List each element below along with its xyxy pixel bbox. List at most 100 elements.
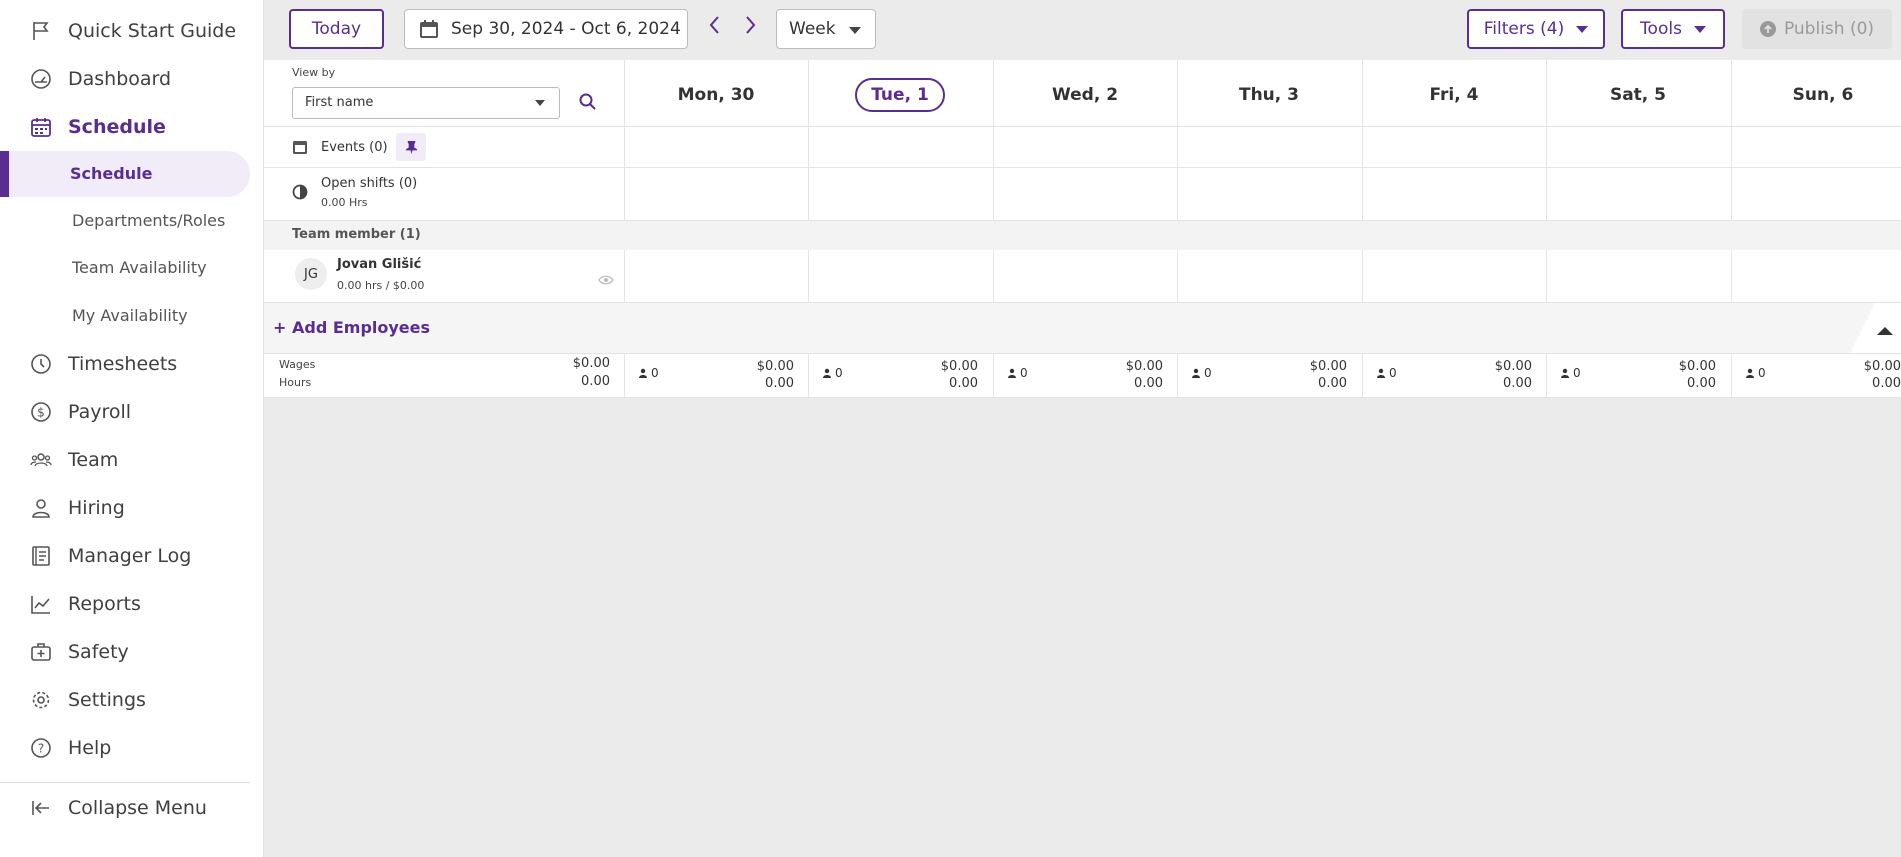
- next-week-button[interactable]: [741, 14, 759, 36]
- view-by-select[interactable]: First name: [292, 87, 560, 119]
- col-divider: [993, 250, 994, 302]
- col-divider: [808, 250, 809, 302]
- day-label: Sun, 6: [1792, 85, 1854, 105]
- nav-label: Schedule: [68, 116, 166, 138]
- day-label: Sat, 5: [1609, 85, 1667, 105]
- day-label: Thu, 3: [1238, 85, 1299, 105]
- sidebar-divider: [0, 782, 250, 783]
- day-wages: $0.00: [756, 359, 794, 374]
- day-header-wed[interactable]: Wed, 2: [993, 78, 1177, 112]
- day-header-sat[interactable]: Sat, 5: [1546, 78, 1730, 112]
- day-header-thu[interactable]: Thu, 3: [1177, 78, 1361, 112]
- nav-item-team[interactable]: Team: [0, 438, 264, 482]
- subnav-item-departments-roles[interactable]: Departments/Roles: [0, 198, 250, 244]
- publish-label: Publish (0): [1783, 19, 1875, 39]
- day-totals-sun: 0 $0.00 0.00: [1731, 356, 1901, 396]
- nav-label: Dashboard: [68, 68, 172, 90]
- subnav-label: Departments/Roles: [72, 211, 226, 230]
- nav-item-safety[interactable]: Safety: [0, 630, 264, 674]
- employee-name[interactable]: Jovan Glišić: [337, 257, 421, 272]
- filters-button[interactable]: Filters (4): [1467, 9, 1605, 49]
- nav-label: Team: [68, 449, 119, 471]
- flag-icon: [30, 20, 52, 42]
- person-icon: [1377, 368, 1385, 378]
- collapse-icon: [30, 797, 52, 819]
- day-totals-thu: 0 $0.00 0.00: [1177, 356, 1361, 396]
- day-totals-fri: 0 $0.00 0.00: [1362, 356, 1546, 396]
- dollar-icon: $: [30, 401, 52, 423]
- day-header-fri[interactable]: Fri, 4: [1362, 78, 1546, 112]
- day-hours: 0.00: [1134, 376, 1163, 391]
- person-icon: [1561, 368, 1569, 378]
- subnav-item-schedule[interactable]: Schedule: [0, 151, 250, 197]
- subnav-item-team-availability[interactable]: Team Availability: [0, 245, 250, 291]
- chart-icon: [30, 593, 52, 615]
- view-select-value: Week: [789, 19, 836, 39]
- date-range-picker[interactable]: Sep 30, 2024 - Oct 6, 2024: [404, 9, 688, 49]
- subnav-label: Schedule: [70, 164, 153, 183]
- tools-button[interactable]: Tools: [1621, 9, 1725, 49]
- wages-label: Wages: [279, 358, 316, 371]
- log-icon: [30, 545, 52, 567]
- pin-icon: [405, 140, 417, 154]
- person-count: 0: [638, 366, 659, 380]
- publish-button[interactable]: Publish (0): [1742, 9, 1892, 49]
- dashboard-icon: [30, 68, 52, 90]
- subnav-label: My Availability: [72, 306, 188, 325]
- day-wages: $0.00: [1863, 359, 1901, 374]
- day-wages: $0.00: [940, 359, 978, 374]
- total-hours: 0.00: [581, 374, 610, 389]
- nav-item-manager-log[interactable]: Manager Log: [0, 534, 264, 578]
- eye-icon[interactable]: [598, 270, 614, 285]
- nav-item-payroll[interactable]: $ Payroll: [0, 390, 264, 434]
- person-count: 0: [1191, 366, 1212, 380]
- nav-item-quick-start-guide[interactable]: Quick Start Guide: [0, 9, 264, 53]
- avatar: JG: [295, 258, 327, 290]
- row-divider: [264, 167, 1901, 168]
- collapse-menu-button[interactable]: Collapse Menu: [0, 786, 264, 830]
- day-wages: $0.00: [1494, 359, 1532, 374]
- nav-item-dashboard[interactable]: Dashboard: [0, 57, 264, 101]
- open-shifts-hours: 0.00 Hrs: [321, 196, 368, 209]
- nav-item-reports[interactable]: Reports: [0, 582, 264, 626]
- nav-item-settings[interactable]: Settings: [0, 678, 264, 722]
- add-employees-button[interactable]: + Add Employees: [273, 318, 430, 337]
- date-range-text: Sep 30, 2024 - Oct 6, 2024: [451, 19, 681, 39]
- col-divider: [1177, 250, 1178, 302]
- svg-text:$: $: [37, 406, 45, 420]
- day-totals-mon: 0 $0.00 0.00: [624, 356, 808, 396]
- calendar-icon: [292, 139, 308, 155]
- nav-label: Safety: [68, 641, 129, 663]
- tools-label: Tools: [1640, 19, 1682, 39]
- open-shifts-label[interactable]: Open shifts (0): [321, 176, 417, 191]
- add-event-button[interactable]: [396, 133, 426, 161]
- sidebar: Quick Start Guide Dashboard Schedule Sch…: [0, 0, 264, 857]
- day-hours: 0.00: [1503, 376, 1532, 391]
- gear-icon: [30, 689, 52, 711]
- chevron-right-icon: [746, 16, 756, 34]
- nav-item-timesheets[interactable]: Timesheets: [0, 342, 264, 386]
- day-header-sun[interactable]: Sun, 6: [1731, 78, 1901, 112]
- prev-week-button[interactable]: [706, 14, 724, 36]
- person-icon: [639, 368, 647, 378]
- schedule-grid: View by First name Events (0) Open shift…: [264, 60, 1901, 398]
- search-button[interactable]: [578, 92, 598, 112]
- chevron-down-icon: [849, 27, 861, 34]
- row-divider: [264, 302, 1901, 303]
- today-button[interactable]: Today: [289, 9, 384, 49]
- view-select[interactable]: Week: [776, 9, 876, 49]
- col-divider: [1546, 250, 1547, 302]
- subnav-item-my-availability[interactable]: My Availability: [0, 293, 250, 339]
- day-totals-tue: 0 $0.00 0.00: [808, 356, 992, 396]
- chevron-down-icon: [535, 100, 545, 106]
- day-header-mon[interactable]: Mon, 30: [624, 78, 808, 112]
- day-label: Mon, 30: [677, 85, 755, 105]
- half-circle-icon: [292, 184, 308, 200]
- collapse-totals-toggle[interactable]: [1850, 303, 1901, 353]
- nav-item-help[interactable]: ? Help: [0, 726, 264, 770]
- day-label: Wed, 2: [1051, 85, 1119, 105]
- nav-item-hiring[interactable]: Hiring: [0, 486, 264, 530]
- nav-item-schedule[interactable]: Schedule: [0, 105, 264, 149]
- day-header-tue[interactable]: Tue, 1: [808, 78, 992, 112]
- day-hours: 0.00: [1872, 376, 1901, 391]
